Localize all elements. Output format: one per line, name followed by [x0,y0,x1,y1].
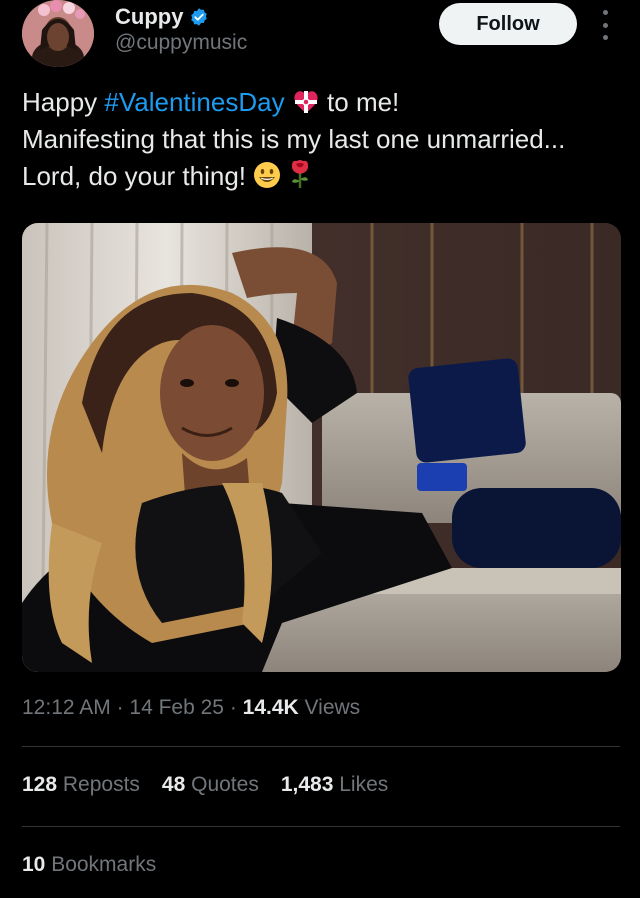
bookmarks-label: Bookmarks [45,853,157,876]
bookmarks-count: 10 [22,853,46,876]
tweet-header: Cuppy @cuppymusic Follow [0,0,640,80]
tweet-text: Happy #ValentinesDay to me! Manifesting … [22,84,622,195]
views-count: 14.4K [242,696,299,719]
grinning-face-emoji-icon [254,162,281,188]
tweet-date[interactable]: 14 Feb 25 [129,696,224,719]
quotes-count: 48 [161,773,186,796]
tweet-line-3: Lord, do your thing! [22,158,622,195]
bookmarks-stat[interactable]: 10 Bookmarks [22,853,156,877]
rose-emoji-icon [291,160,308,188]
quotes-label: Quotes [185,773,259,796]
tweet-stats: 128 Reposts 48 Quotes 1,483 Likes [22,773,388,797]
avatar[interactable] [22,0,94,67]
tweet-text-suffix: to me! [319,87,400,117]
tweet-meta: 12:12 AM · 14 Feb 25 · 14.4K Views [22,696,360,720]
likes-label: Likes [333,773,389,796]
hashtag-link[interactable]: #ValentinesDay [104,87,284,117]
author-name-row: Cuppy [115,4,209,30]
tweet-text-line3: Lord, do your thing! [22,161,254,191]
likes-stat[interactable]: 1,483 Likes [281,773,388,797]
follow-button[interactable]: Follow [439,3,577,45]
reposts-count: 128 [22,773,58,796]
divider [22,826,620,827]
reposts-stat[interactable]: 128 Reposts [22,773,140,797]
more-vertical-icon[interactable] [597,10,613,40]
photo-image [22,223,621,672]
reposts-label: Reposts [57,773,140,796]
avatar-image [22,0,94,67]
tweet-line-1: Happy #ValentinesDay to me! [22,84,622,121]
tweet-time[interactable]: 12:12 AM [22,696,111,719]
tweet-text-prefix: Happy [22,87,105,117]
likes-count: 1,483 [280,773,334,796]
tweet-media-photo[interactable] [22,223,621,672]
heart-ribbon-emoji-icon [294,91,318,113]
meta-separator: · [223,696,243,719]
tweet-line-2: Manifesting that this is my last one unm… [22,124,566,154]
quotes-stat[interactable]: 48 Quotes [162,773,259,797]
author-handle[interactable]: @cuppymusic [115,31,247,55]
author-name[interactable]: Cuppy [115,4,183,30]
meta-separator: · [110,696,130,719]
views-label: Views [298,696,361,719]
verified-badge-icon [191,8,208,26]
divider [22,746,620,747]
